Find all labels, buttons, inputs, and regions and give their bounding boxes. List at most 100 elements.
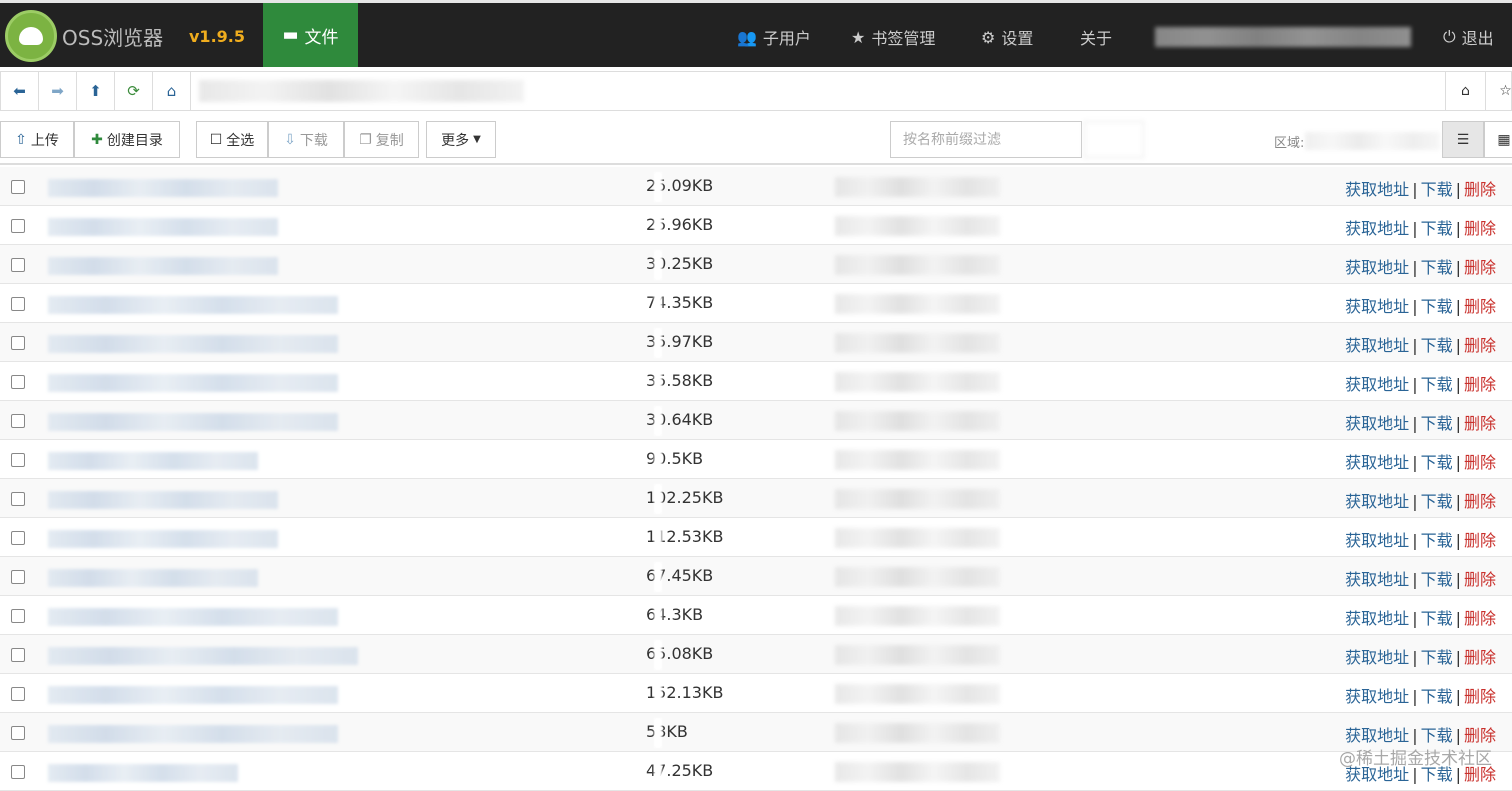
row-checkbox[interactable] [11,414,25,428]
home-button[interactable]: ⌂ [153,72,191,110]
file-name-redacted[interactable] [48,608,338,626]
download-link[interactable]: 下载 [1421,258,1453,277]
file-name-redacted[interactable] [48,686,338,704]
file-row[interactable]: 67.45KB 获取地址 | 下载 | 删除 [0,557,1512,596]
download-link[interactable]: 下载 [1421,609,1453,628]
download-link[interactable]: 下载 [1421,336,1453,355]
nav-logout[interactable]: ⏻ 退出 [1443,25,1494,49]
file-row[interactable]: 74.35KB 获取地址 | 下载 | 删除 [0,284,1512,323]
file-name-redacted[interactable] [48,725,338,743]
home-shortcut-button[interactable]: ⌂ [1445,72,1485,110]
download-link[interactable]: 下载 [1421,414,1453,433]
delete-link[interactable]: 删除 [1464,726,1496,745]
download-link[interactable]: 下载 [1421,570,1453,589]
delete-link[interactable]: 删除 [1464,375,1496,394]
filter-input[interactable] [890,121,1082,158]
file-row[interactable]: 58KB 获取地址 | 下载 | 删除 [0,713,1512,752]
file-row[interactable]: 35.97KB 获取地址 | 下载 | 删除 [0,323,1512,362]
row-checkbox[interactable] [11,453,25,467]
download-link[interactable]: 下载 [1421,219,1453,238]
delete-link[interactable]: 删除 [1464,453,1496,472]
delete-link[interactable]: 删除 [1464,648,1496,667]
get-url-link[interactable]: 获取地址 [1345,531,1409,550]
row-checkbox[interactable] [11,531,25,545]
create-folder-button[interactable]: ✚ 创建目录 [74,121,180,158]
download-link[interactable]: 下载 [1421,453,1453,472]
list-view-button[interactable]: ☰ [1442,121,1484,158]
file-name-redacted[interactable] [48,179,278,197]
file-name-redacted[interactable] [48,452,258,470]
download-link[interactable]: 下载 [1421,687,1453,706]
more-dropdown[interactable]: 更多 ▼ [426,121,496,158]
download-link[interactable]: 下载 [1421,531,1453,550]
nav-about[interactable]: 关于 [1080,25,1112,49]
row-checkbox[interactable] [11,336,25,350]
get-url-link[interactable]: 获取地址 [1345,492,1409,511]
delete-link[interactable]: 删除 [1464,180,1496,199]
file-row[interactable]: 102.25KB 获取地址 | 下载 | 删除 [0,479,1512,518]
get-url-link[interactable]: 获取地址 [1345,375,1409,394]
file-name-redacted[interactable] [48,647,358,665]
nav-subusers[interactable]: 👥 子用户 [737,25,811,49]
file-name-redacted[interactable] [48,218,278,236]
file-row[interactable]: 90.5KB 获取地址 | 下载 | 删除 [0,440,1512,479]
delete-link[interactable]: 删除 [1464,414,1496,433]
row-checkbox[interactable] [11,765,25,779]
download-link[interactable]: 下载 [1421,375,1453,394]
get-url-link[interactable]: 获取地址 [1345,297,1409,316]
get-url-link[interactable]: 获取地址 [1345,258,1409,277]
file-name-redacted[interactable] [48,257,278,275]
refresh-button[interactable]: ⟳ [115,72,153,110]
delete-link[interactable]: 删除 [1464,570,1496,589]
download-link[interactable]: 下载 [1421,648,1453,667]
delete-link[interactable]: 删除 [1464,531,1496,550]
delete-link[interactable]: 删除 [1464,609,1496,628]
download-link[interactable]: 下载 [1421,297,1453,316]
row-checkbox[interactable] [11,609,25,623]
delete-link[interactable]: 删除 [1464,336,1496,355]
file-row[interactable]: 65.08KB 获取地址 | 下载 | 删除 [0,635,1512,674]
file-name-redacted[interactable] [48,413,338,431]
file-row[interactable]: 35.58KB 获取地址 | 下载 | 删除 [0,362,1512,401]
file-row[interactable]: 25.96KB 获取地址 | 下载 | 删除 [0,206,1512,245]
download-link[interactable]: 下载 [1421,726,1453,745]
forward-button[interactable]: ➡ [39,72,77,110]
file-name-redacted[interactable] [48,764,238,782]
path-input[interactable] [191,72,1511,110]
file-name-redacted[interactable] [48,374,338,392]
filter-search-button[interactable] [1084,121,1144,158]
file-name-redacted[interactable] [48,335,338,353]
row-checkbox[interactable] [11,726,25,740]
get-url-link[interactable]: 获取地址 [1345,687,1409,706]
file-row[interactable]: 30.64KB 获取地址 | 下载 | 删除 [0,401,1512,440]
up-button[interactable]: ⬆ [77,72,115,110]
delete-link[interactable]: 删除 [1464,687,1496,706]
row-checkbox[interactable] [11,687,25,701]
get-url-link[interactable]: 获取地址 [1345,453,1409,472]
get-url-link[interactable]: 获取地址 [1345,180,1409,199]
copy-button[interactable]: ❐ 复制 [344,121,419,158]
get-url-link[interactable]: 获取地址 [1345,726,1409,745]
get-url-link[interactable]: 获取地址 [1345,336,1409,355]
row-checkbox[interactable] [11,648,25,662]
download-link[interactable]: 下载 [1421,180,1453,199]
get-url-link[interactable]: 获取地址 [1345,570,1409,589]
get-url-link[interactable]: 获取地址 [1345,648,1409,667]
file-name-redacted[interactable] [48,530,278,548]
file-row[interactable]: 152.13KB 获取地址 | 下载 | 删除 [0,674,1512,713]
back-button[interactable]: ⬅ [1,72,39,110]
bookmark-button[interactable]: ☆ [1485,72,1512,110]
select-all-button[interactable]: ☐ 全选 [196,121,268,158]
download-button[interactable]: ⇩ 下载 [268,121,344,158]
row-checkbox[interactable] [11,375,25,389]
file-name-redacted[interactable] [48,491,278,509]
get-url-link[interactable]: 获取地址 [1345,609,1409,628]
delete-link[interactable]: 删除 [1464,492,1496,511]
row-checkbox[interactable] [11,180,25,194]
row-checkbox[interactable] [11,219,25,233]
delete-link[interactable]: 删除 [1464,219,1496,238]
row-checkbox[interactable] [11,492,25,506]
delete-link[interactable]: 删除 [1464,297,1496,316]
file-row[interactable]: 112.53KB 获取地址 | 下载 | 删除 [0,518,1512,557]
download-link[interactable]: 下载 [1421,492,1453,511]
